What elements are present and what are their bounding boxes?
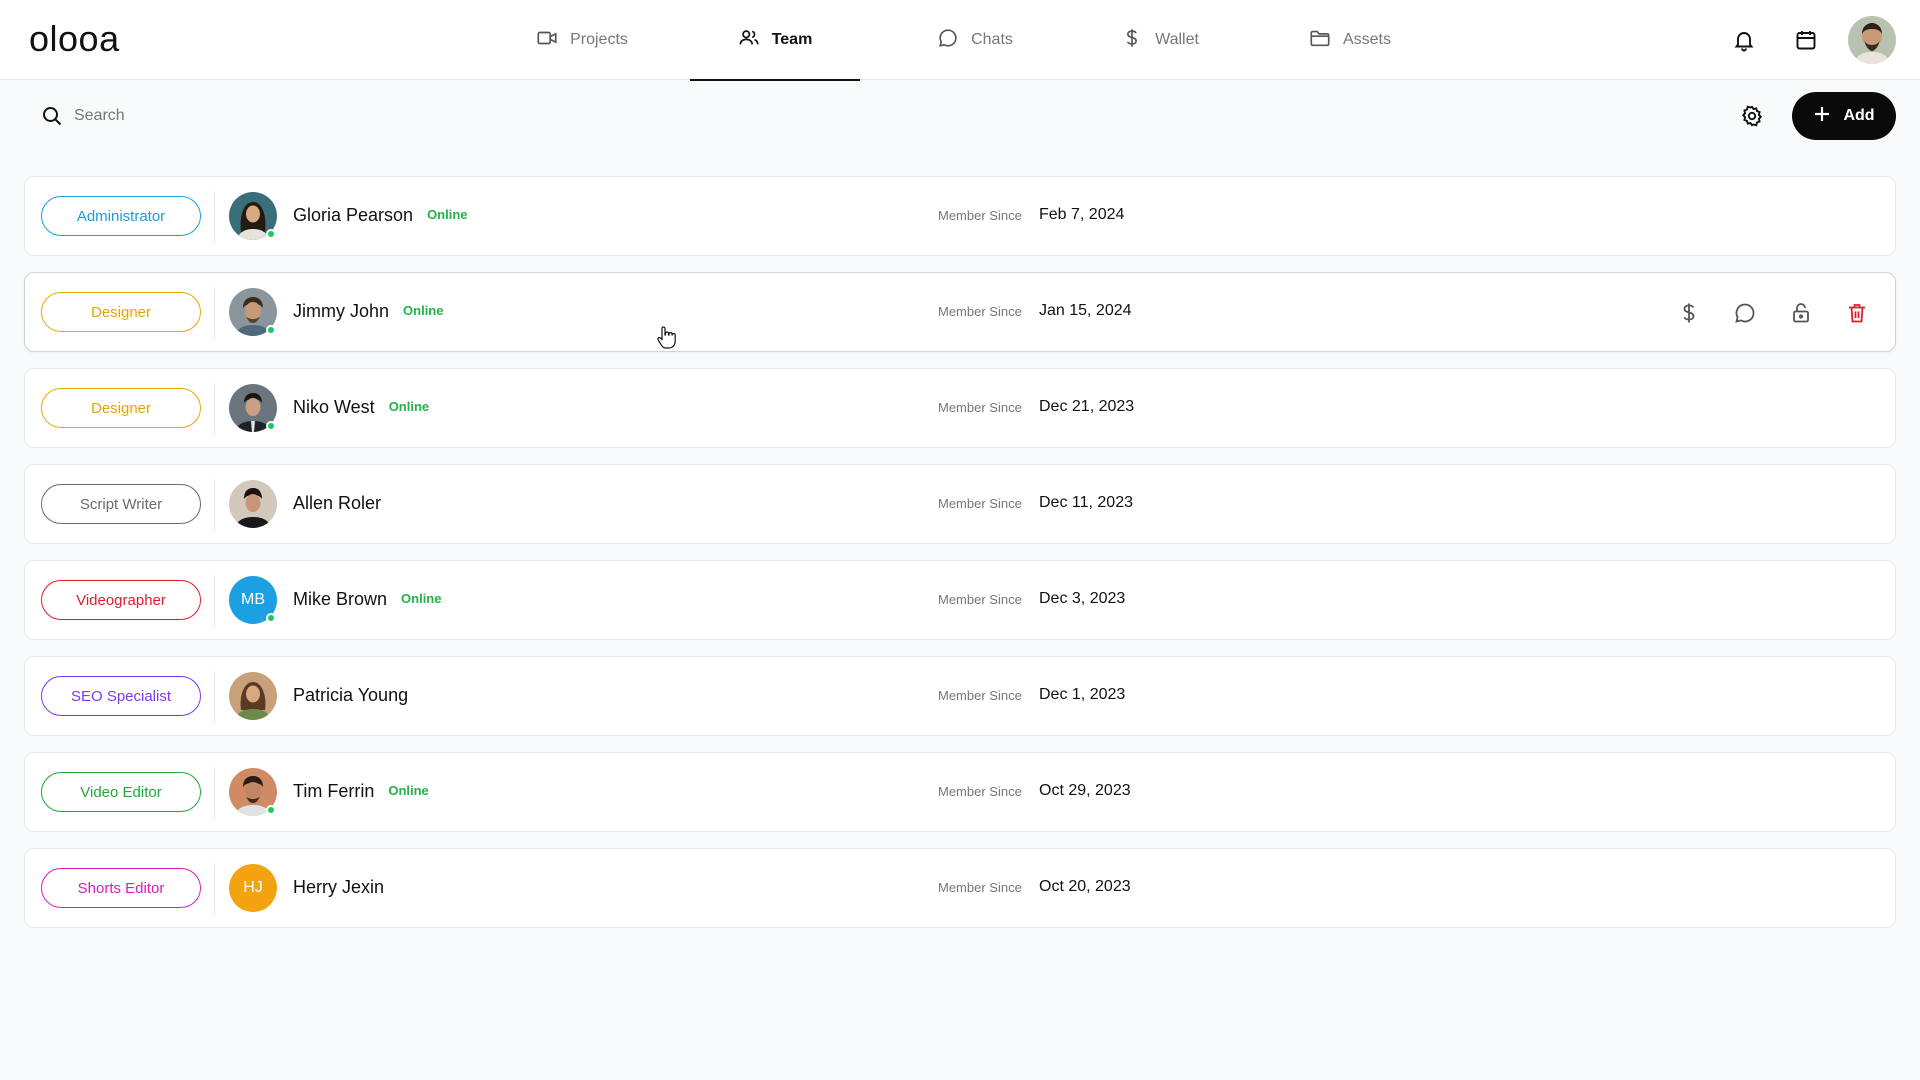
nav-projects[interactable]: Projects bbox=[532, 0, 632, 80]
table-row[interactable]: Administrator Gloria Pearson Online Membe… bbox=[24, 176, 1896, 256]
gear-icon[interactable] bbox=[1740, 104, 1764, 128]
row-divider bbox=[214, 287, 215, 339]
table-row[interactable]: Script Writer Allen Roler Member Since D… bbox=[24, 464, 1896, 544]
role-badge[interactable]: Video Editor bbox=[41, 772, 201, 812]
chat-bubble-icon bbox=[937, 27, 959, 54]
online-indicator bbox=[266, 805, 276, 815]
avatar[interactable] bbox=[229, 672, 277, 720]
nav-chats-label: Chats bbox=[971, 31, 1013, 48]
avatar[interactable] bbox=[229, 192, 277, 240]
nav-wallet[interactable]: Wallet bbox=[1110, 0, 1210, 80]
dollar-icon bbox=[1121, 27, 1143, 54]
member-since-date: Dec 21, 2023 bbox=[1039, 398, 1135, 415]
role-badge[interactable]: Videographer bbox=[41, 580, 201, 620]
folder-icon bbox=[1309, 27, 1331, 54]
row-divider bbox=[214, 383, 215, 435]
member-since-date: Dec 11, 2023 bbox=[1039, 494, 1133, 511]
nav-chats[interactable]: Chats bbox=[920, 0, 1030, 80]
member-since-label: Member Since bbox=[938, 592, 1022, 607]
online-indicator bbox=[266, 229, 276, 239]
row-divider bbox=[214, 863, 215, 915]
role-badge[interactable]: Shorts Editor bbox=[41, 868, 201, 908]
status-online: Online bbox=[427, 207, 468, 222]
member-name: Jimmy John Online bbox=[293, 301, 444, 321]
member-since-label: Member Since bbox=[938, 304, 1022, 319]
chat-bubble-icon[interactable] bbox=[1733, 301, 1757, 325]
trash-icon[interactable] bbox=[1845, 301, 1869, 325]
role-badge[interactable]: Designer bbox=[41, 388, 201, 428]
online-indicator bbox=[266, 613, 276, 623]
role-badge[interactable]: Script Writer bbox=[41, 484, 201, 524]
row-divider bbox=[214, 767, 215, 819]
member-since-label: Member Since bbox=[938, 400, 1022, 415]
member-since-date: Dec 3, 2023 bbox=[1039, 590, 1126, 607]
users-icon bbox=[738, 27, 760, 54]
lock-icon[interactable] bbox=[1789, 301, 1813, 325]
nav-team-label: Team bbox=[771, 31, 813, 48]
member-since-label: Member Since bbox=[938, 784, 1022, 799]
member-since-date: Jan 15, 2024 bbox=[1039, 302, 1132, 319]
nav-projects-label: Projects bbox=[570, 31, 628, 48]
status-online: Online bbox=[401, 591, 442, 606]
member-since-label: Member Since bbox=[938, 208, 1022, 223]
nav-wallet-label: Wallet bbox=[1155, 31, 1199, 48]
avatar[interactable]: MB bbox=[229, 576, 277, 624]
hand-cursor-icon bbox=[656, 325, 676, 349]
status-online: Online bbox=[388, 399, 430, 414]
avatar[interactable] bbox=[229, 480, 277, 528]
member-name: Patricia Young bbox=[293, 685, 409, 705]
table-row[interactable]: Videographer MB Mike Brown Online Member … bbox=[24, 560, 1896, 640]
member-since-date: Oct 29, 2023 bbox=[1039, 782, 1131, 799]
member-name: Herry Jexin bbox=[293, 877, 385, 897]
member-name: Allen Roler bbox=[293, 493, 382, 513]
member-since-date: Dec 1, 2023 bbox=[1039, 686, 1126, 703]
nav-assets-label: Assets bbox=[1342, 31, 1391, 48]
member-since-label: Member Since bbox=[938, 496, 1022, 511]
avatar[interactable]: HJ bbox=[229, 864, 277, 912]
role-badge[interactable]: Designer bbox=[41, 292, 201, 332]
table-row[interactable]: Designer Jimmy John Online Member Since J… bbox=[24, 272, 1896, 352]
member-name: Niko West Online bbox=[293, 397, 430, 417]
table-row[interactable]: Shorts Editor HJ Herry Jexin Member Sinc… bbox=[24, 848, 1896, 928]
online-indicator bbox=[266, 421, 276, 431]
dollar-icon[interactable] bbox=[1677, 301, 1701, 325]
row-divider bbox=[214, 191, 215, 243]
member-name: Gloria Pearson Online bbox=[293, 205, 468, 225]
status-online: Online bbox=[403, 303, 444, 318]
bell-icon[interactable] bbox=[1732, 28, 1756, 52]
role-badge[interactable]: Administrator bbox=[41, 196, 201, 236]
avatar[interactable] bbox=[229, 288, 277, 336]
calendar-icon[interactable] bbox=[1794, 28, 1818, 52]
member-name: Mike Brown Online bbox=[293, 589, 442, 609]
search-input[interactable] bbox=[74, 100, 574, 132]
table-row[interactable]: Video Editor Tim Ferrin Online Member Sin… bbox=[24, 752, 1896, 832]
role-badge[interactable]: SEO Specialist bbox=[41, 676, 201, 716]
row-divider bbox=[214, 479, 215, 531]
member-name: Tim Ferrin Online bbox=[293, 781, 429, 801]
top-bar: olooa Projects Team Chats Wallet Assets bbox=[0, 0, 1920, 81]
nav-assets[interactable]: Assets bbox=[1300, 0, 1400, 80]
online-indicator bbox=[266, 325, 276, 335]
member-since-date: Oct 20, 2023 bbox=[1039, 878, 1131, 895]
table-row[interactable]: SEO Specialist Patricia Young Member Sin… bbox=[24, 656, 1896, 736]
avatar[interactable] bbox=[229, 384, 277, 432]
row-divider bbox=[214, 671, 215, 723]
member-since-date: Feb 7, 2024 bbox=[1039, 206, 1125, 223]
nav-team[interactable]: Team bbox=[690, 0, 860, 81]
plus-icon bbox=[1813, 105, 1831, 128]
table-row[interactable]: Designer Niko West Online Member Since De… bbox=[24, 368, 1896, 448]
app-logo[interactable]: olooa bbox=[29, 18, 120, 60]
video-camera-icon bbox=[536, 27, 558, 54]
add-button-label: Add bbox=[1843, 107, 1875, 124]
search-icon bbox=[40, 104, 64, 128]
status-online: Online bbox=[388, 783, 429, 798]
row-divider bbox=[214, 575, 215, 627]
member-since-label: Member Since bbox=[938, 880, 1022, 895]
member-since-label: Member Since bbox=[938, 688, 1022, 703]
avatar[interactable] bbox=[229, 768, 277, 816]
add-member-button[interactable]: Add bbox=[1792, 92, 1896, 140]
user-avatar[interactable] bbox=[1848, 16, 1896, 64]
